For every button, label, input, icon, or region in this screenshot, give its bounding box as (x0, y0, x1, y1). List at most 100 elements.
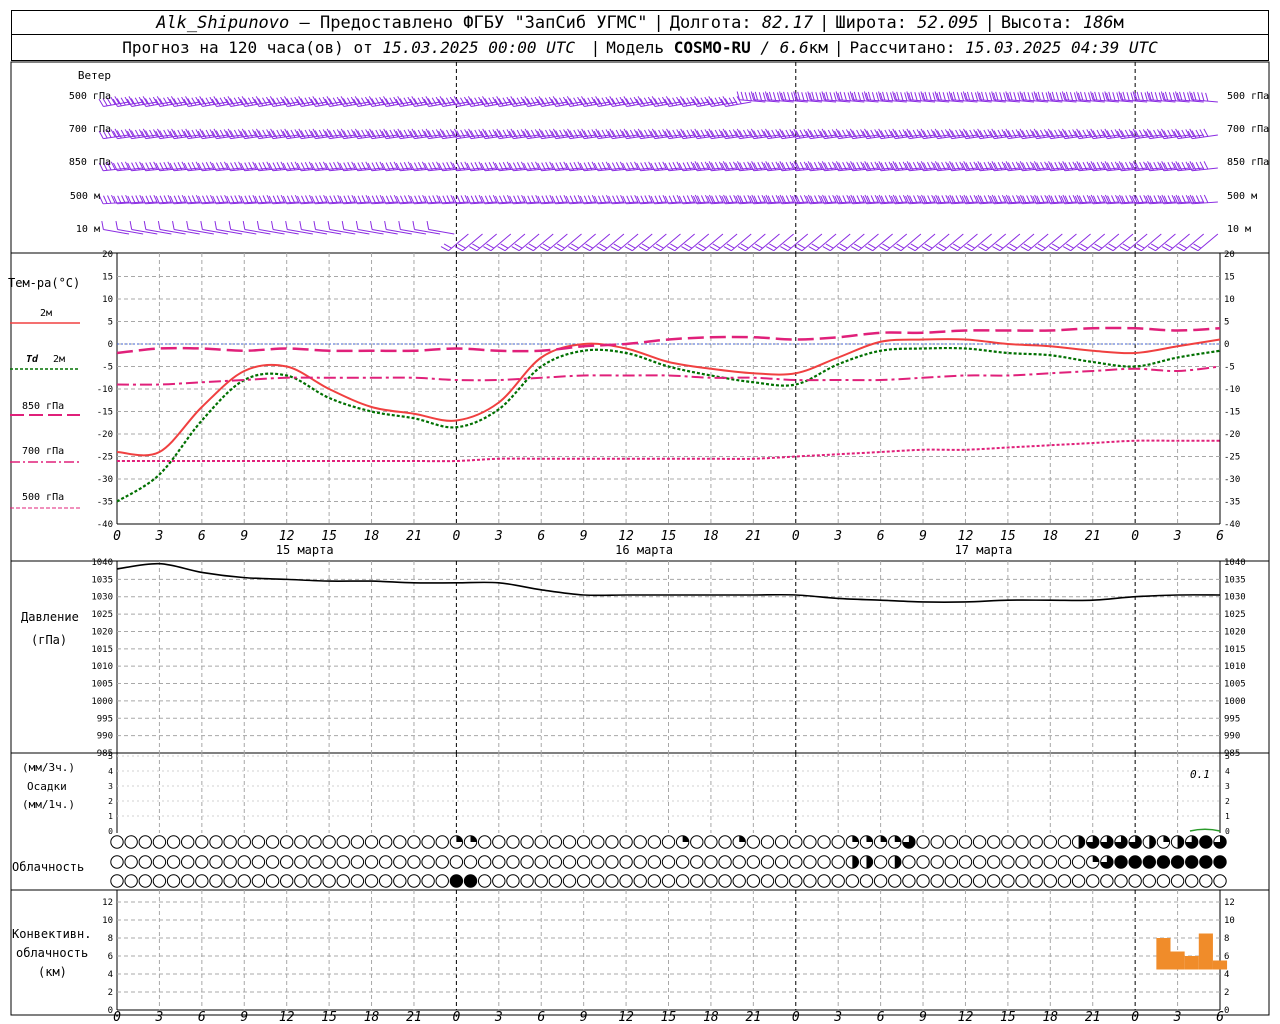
cloud-symbol (237, 835, 251, 849)
pressure-tick-right: 1025 (1224, 610, 1246, 620)
cloud-symbol (506, 874, 520, 888)
temp-tick-right: 15 (1224, 273, 1235, 283)
cloud-symbol (591, 855, 605, 869)
cloud-symbol (223, 874, 237, 888)
cloud-symbol (1170, 835, 1185, 849)
precipitation-bars (1189, 828, 1221, 832)
time-tick: 21 (746, 1010, 762, 1024)
cloud-symbol (294, 874, 308, 888)
cloud-symbol (449, 855, 464, 869)
cloud-symbol (279, 874, 294, 888)
cloud-symbol (209, 835, 223, 849)
cloud-symbol (1001, 874, 1015, 888)
time-tick: 6 (198, 529, 206, 544)
cloud-symbol (265, 855, 280, 869)
precip-value-label: 0.1 (1190, 768, 1210, 781)
temp-tick-left: -10 (97, 385, 113, 395)
conv-title-3: (км) (38, 965, 67, 979)
cloud-symbol (760, 874, 775, 888)
cloud-symbol (477, 835, 492, 849)
temp-tick-left: 10 (102, 295, 113, 305)
cloud-symbol (378, 835, 393, 849)
cloud-symbol (1170, 855, 1185, 869)
cloud-symbol (873, 855, 888, 869)
cloud-symbol (605, 874, 619, 888)
cloud-symbol (237, 874, 251, 888)
cloud-symbol (251, 874, 266, 888)
cloud-symbol (576, 855, 591, 869)
cloud-title: Облачность (12, 860, 84, 874)
time-tick: 21 (406, 1010, 422, 1024)
pressure-tick-left: 1000 (91, 697, 113, 707)
temp-tick-right: 5 (1224, 318, 1229, 328)
cloud-symbol (492, 835, 506, 849)
cloud-symbol (817, 874, 831, 888)
cloud-symbol (152, 835, 167, 849)
pressure-tick-left: 990 (97, 732, 113, 742)
cloud-symbol (1185, 874, 1199, 888)
cloud-symbol (732, 855, 746, 869)
cloud-symbol (251, 835, 266, 849)
cloud-symbol (166, 835, 181, 849)
cloud-symbol (350, 835, 365, 849)
time-tick: 18 (1042, 1010, 1058, 1024)
cloud-symbol (1185, 835, 1199, 849)
pressure-tick-right: 1010 (1224, 662, 1246, 672)
cloud-symbol (591, 874, 605, 888)
cloud-symbol (789, 874, 803, 888)
conv-tick-right: 0 (1224, 1006, 1229, 1016)
pressure-tick-left: 1010 (91, 662, 113, 672)
cloud-symbol (520, 835, 534, 849)
date-label: 16 марта (615, 543, 673, 557)
time-tick: 0 (113, 529, 121, 544)
cloud-symbol (633, 855, 647, 869)
cloud-symbol (633, 874, 647, 888)
cloud-symbol (633, 835, 647, 849)
pressure-unit: (гПа) (31, 633, 67, 647)
conv-tick-left: 8 (108, 934, 113, 944)
cloud-symbol (916, 874, 930, 888)
cloud-symbol (294, 855, 308, 869)
time-tick: 15 (661, 529, 677, 544)
cloud-symbol (958, 874, 973, 888)
cloud-symbol (859, 874, 874, 888)
cloud-symbol (1185, 855, 1199, 869)
cloud-symbol (987, 855, 1001, 869)
cloud-symbol (732, 835, 746, 849)
cloud-symbol (1043, 855, 1058, 869)
cloud-symbol (463, 855, 478, 869)
cloud-symbol (435, 855, 449, 869)
time-tick: 3 (833, 1010, 842, 1024)
cloud-symbol (152, 855, 167, 869)
time-tick: 18 (364, 1010, 380, 1024)
precip-unit-3h: (мм/3ч.) (22, 761, 75, 774)
cloud-symbol (548, 874, 563, 888)
cloud-symbol (195, 874, 209, 888)
pressure-tick-right: 1020 (1224, 627, 1246, 637)
cloud-symbol (760, 855, 775, 869)
cloud-symbol (732, 874, 746, 888)
precip-tick-left: 5 (108, 752, 113, 761)
cloud-symbol (251, 855, 266, 869)
cloud-symbol (1029, 874, 1043, 888)
legend-t500-label: 500 гПа (22, 492, 64, 503)
cloud-symbol (308, 835, 322, 849)
cloud-symbol (336, 874, 350, 888)
cloud-symbol (350, 874, 365, 888)
cloud-symbol (181, 874, 195, 888)
cloud-symbol (1071, 855, 1086, 869)
temp-tick-left: -25 (97, 453, 113, 463)
date-label: 15 марта (276, 543, 334, 557)
cloud-symbol (195, 855, 209, 869)
cloud-symbol (152, 874, 167, 888)
cloud-symbol (718, 874, 732, 888)
time-tick: 6 (537, 529, 545, 544)
wind-barb (1190, 233, 1219, 252)
temp-tick-left: -40 (97, 520, 113, 530)
conv-tick-left: 2 (108, 988, 113, 998)
cloud-symbol (1015, 835, 1029, 849)
cloud-symbol (675, 855, 690, 869)
cloud-symbol (944, 855, 959, 869)
temp-tick-left: -30 (97, 475, 113, 485)
cloud-symbol (492, 874, 506, 888)
